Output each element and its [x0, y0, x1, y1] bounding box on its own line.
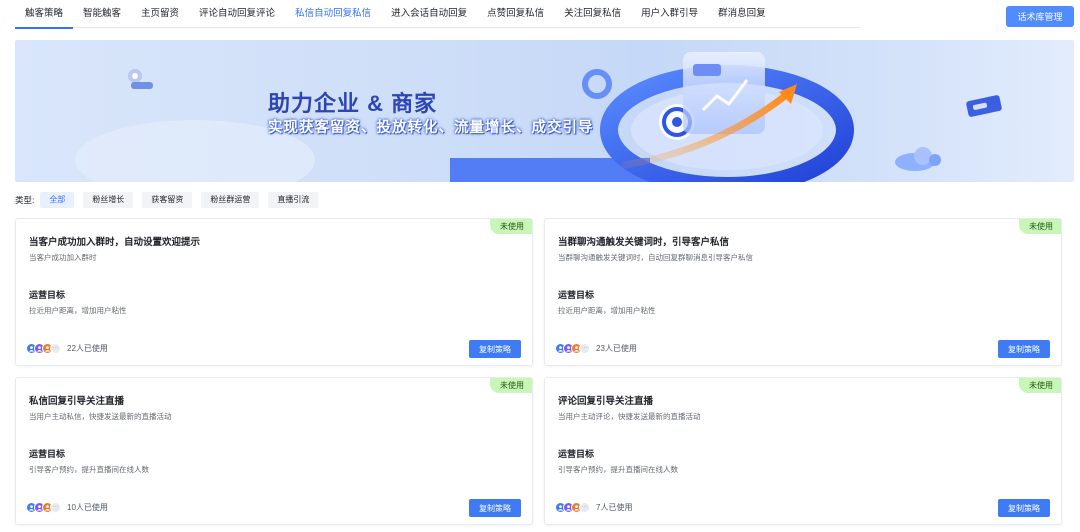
unused-badge: 未使用 — [490, 219, 532, 234]
card-description: 当群聊沟通触发关键词时，自动回复群聊消息引导客户私信 — [558, 253, 753, 262]
strategy-card: 未使用 当群聊沟通触发关键词时，引导客户私信 当群聊沟通触发关键词时，自动回复群… — [544, 218, 1062, 366]
script-library-button[interactable]: 话术库管理 — [1006, 6, 1074, 27]
more-avatars-icon: ··· — [50, 502, 61, 513]
strategy-card: 未使用 当客户成功加入群时，自动设置欢迎提示 当客户成功加入群时 运营目标 拉近… — [15, 218, 533, 366]
more-avatars-icon: ··· — [579, 343, 590, 354]
goal-heading: 运营目标 — [558, 290, 595, 300]
strategy-card: 未使用 私信回复引导关注直播 当用户主动私信，快捷发送最新的直播活动 运营目标 … — [15, 377, 533, 525]
filter-chip-fan-group-ops[interactable]: 粉丝群运营 — [201, 192, 260, 208]
goal-heading: 运营目标 — [29, 449, 66, 459]
copy-strategy-button[interactable]: 复制策略 — [998, 340, 1050, 358]
goal-description: 拉近用户距离，增加用户粘性 — [29, 306, 127, 315]
card-title: 私信回复引导关注直播 — [29, 396, 125, 407]
filter-chip-all[interactable]: 全部 — [40, 192, 75, 208]
card-title: 评论回复引导关注直播 — [558, 396, 654, 407]
goal-description: 拉近用户距离，增加用户粘性 — [558, 306, 656, 315]
filter-chip-live-traffic[interactable]: 直播引流 — [268, 192, 319, 208]
unused-badge: 未使用 — [490, 378, 532, 393]
goal-description: 引导客户预约，提升直播间在线人数 — [29, 465, 149, 474]
card-description: 当客户成功加入群时 — [29, 253, 97, 262]
goal-description: 引导客户预约，提升直播间在线人数 — [558, 465, 678, 474]
filter-chip-lead-capture[interactable]: 获客留资 — [142, 192, 193, 208]
banner-subtitle: 实现获客留资、投放转化、流量增长、成交引导 — [268, 120, 594, 136]
strategy-card: 未使用 评论回复引导关注直播 当用户主动评论，快捷发送最新的直播活动 运营目标 … — [544, 377, 1062, 525]
usage-info: ··· 7人已使用 — [555, 502, 632, 513]
banner-illustration — [75, 52, 1002, 182]
strategy-tabbar: 触客策略 智能触客 主页留资 评论自动回复评论 私信自动回复私信 进入会话自动回… — [15, 0, 860, 29]
usage-count: 10人已使用 — [67, 503, 108, 512]
unused-badge: 未使用 — [1019, 219, 1061, 234]
more-avatars-icon: ··· — [50, 343, 61, 354]
usage-info: ··· 22人已使用 — [26, 343, 108, 354]
type-filter-label: 类型: — [15, 195, 35, 205]
card-description: 当用户主动私信，快捷发送最新的直播活动 — [29, 412, 172, 421]
tab-comment-auto-reply[interactable]: 评论自动回复评论 — [189, 0, 285, 28]
tab-smart-reach[interactable]: 智能触客 — [73, 0, 131, 28]
copy-strategy-button[interactable]: 复制策略 — [469, 340, 521, 358]
tab-strategy[interactable]: 触客策略 — [15, 0, 74, 29]
tab-like-reply-dm[interactable]: 点赞回复私信 — [477, 0, 554, 28]
tab-group-join-guide[interactable]: 用户入群引导 — [631, 0, 708, 28]
promo-banner: 助力企业 & 商家 实现获客留资、投放转化、流量增长、成交引导 — [15, 40, 1074, 182]
card-title: 当客户成功加入群时，自动设置欢迎提示 — [29, 237, 201, 248]
goal-heading: 运营目标 — [558, 449, 595, 459]
usage-info: ··· 10人已使用 — [26, 502, 108, 513]
usage-count: 7人已使用 — [596, 503, 633, 512]
card-title: 当群聊沟通触发关键词时，引导客户私信 — [558, 237, 730, 248]
tab-follow-reply-dm[interactable]: 关注回复私信 — [554, 0, 631, 28]
more-avatars-icon: ··· — [579, 502, 590, 513]
usage-info: ··· 23人已使用 — [555, 343, 637, 354]
goal-heading: 运营目标 — [29, 290, 66, 300]
usage-count: 23人已使用 — [596, 344, 637, 353]
banner-title: 助力企业 & 商家 — [268, 91, 438, 116]
copy-strategy-button[interactable]: 复制策略 — [469, 499, 521, 517]
unused-badge: 未使用 — [1019, 378, 1061, 393]
tab-homepage-leads[interactable]: 主页留资 — [131, 0, 189, 28]
tab-group-message-reply[interactable]: 群消息回复 — [708, 0, 776, 28]
usage-count: 22人已使用 — [67, 344, 108, 353]
filter-chip-fan-growth[interactable]: 粉丝增长 — [83, 192, 134, 208]
tab-dm-auto-reply[interactable]: 私信自动回复私信 — [285, 0, 381, 28]
type-filter: 类型: 全部 粉丝增长 获客留资 粉丝群运营 直播引流 — [15, 192, 327, 208]
tab-session-auto-reply[interactable]: 进入会话自动回复 — [381, 0, 477, 28]
card-description: 当用户主动评论，快捷发送最新的直播活动 — [558, 412, 701, 421]
copy-strategy-button[interactable]: 复制策略 — [998, 499, 1050, 517]
